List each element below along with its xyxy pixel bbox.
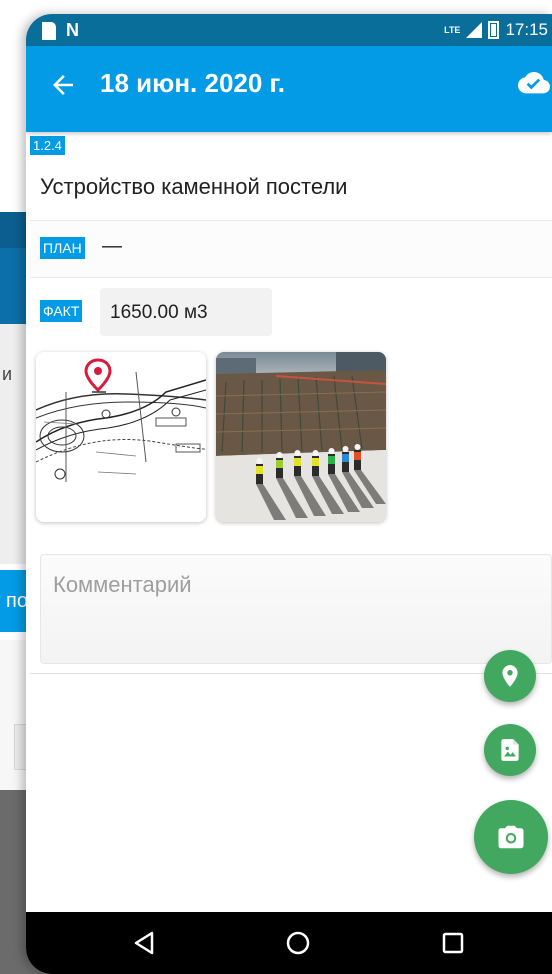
comment-input[interactable] (41, 555, 551, 615)
system-nav-bar (26, 912, 552, 974)
work-code-badge: 1.2.4 (30, 136, 65, 155)
fact-value-field[interactable]: 1650.00 м3 (100, 288, 272, 336)
drawing-image (36, 352, 206, 522)
plan-value: — (102, 235, 122, 257)
add-location-button[interactable] (484, 650, 536, 702)
image-file-icon (501, 739, 519, 761)
battery-icon (488, 21, 500, 39)
network-type: LTE (444, 25, 461, 35)
plan-label: ПЛАН (40, 237, 85, 259)
map-marker-icon (502, 665, 518, 687)
nav-back-icon[interactable] (128, 926, 162, 960)
nav-home-icon[interactable] (281, 926, 315, 960)
status-bar: N LTE 17:15 (26, 14, 552, 46)
site-photo-image (216, 352, 386, 522)
nfc-icon: N (66, 20, 79, 40)
background-partial-text: и (2, 364, 13, 384)
page-title: 18 июн. 2020 г. (100, 68, 285, 98)
status-time: 17:15 (505, 20, 548, 39)
sim-card-icon (42, 21, 56, 40)
background-button-label: по (6, 590, 28, 612)
add-image-button[interactable] (484, 724, 536, 776)
status-right: LTE 17:15 (444, 20, 548, 40)
fact-section: ФАКТ 1650.00 м3 (30, 278, 552, 674)
phone-screen: N LTE 17:15 18 июн. 2020 г. 1.2.4 Устрой… (26, 14, 552, 974)
comment-field[interactable] (40, 554, 552, 664)
signal-icon (466, 22, 483, 38)
photo-site-thumbnail[interactable] (216, 352, 386, 522)
photo-drawing-thumbnail[interactable] (36, 352, 206, 522)
camera-icon (498, 825, 524, 849)
cloud-done-icon[interactable] (518, 72, 550, 96)
take-photo-button[interactable] (474, 800, 548, 874)
work-title: Устройство каменной постели (40, 174, 348, 199)
plan-row: ПЛАН — (30, 220, 552, 278)
fact-label: ФАКТ (40, 300, 83, 322)
nav-recent-apps-icon[interactable] (436, 926, 470, 960)
arrow-back-icon[interactable] (48, 70, 78, 100)
status-left: N (42, 20, 79, 41)
app-bar: 18 июн. 2020 г. (26, 46, 552, 132)
